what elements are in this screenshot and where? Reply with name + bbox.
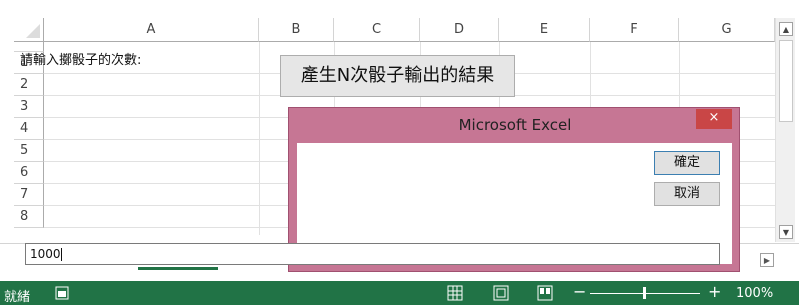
row-header-5[interactable]: 5 bbox=[14, 140, 44, 162]
select-all-triangle-icon bbox=[26, 24, 40, 38]
zoom-level[interactable]: 100% bbox=[736, 286, 773, 301]
column-header-g[interactable]: G bbox=[679, 18, 775, 42]
row-header-6[interactable]: 6 bbox=[14, 162, 44, 184]
count-input-value: 1000 bbox=[30, 247, 61, 261]
vertical-scrollbar[interactable]: ▲ ▼ bbox=[775, 18, 795, 242]
column-header-c[interactable]: C bbox=[334, 18, 420, 42]
row-header-3[interactable]: 3 bbox=[14, 96, 44, 118]
page-layout-view-icon[interactable] bbox=[493, 285, 509, 301]
column-header-b[interactable]: B bbox=[259, 18, 334, 42]
dialog-title: Microsoft Excel bbox=[458, 116, 572, 134]
macro-button[interactable]: 產生N次骰子輸出的結果 bbox=[280, 55, 515, 97]
row-header-2[interactable]: 2 bbox=[14, 74, 44, 96]
dialog-prompt: 請輸入擲骰子的次數: bbox=[20, 53, 142, 68]
row-header-8[interactable]: 8 bbox=[14, 206, 44, 228]
zoom-out-icon[interactable]: − bbox=[573, 282, 586, 301]
macro-record-icon[interactable] bbox=[55, 286, 69, 300]
cancel-button[interactable]: 取消 bbox=[654, 182, 720, 206]
scroll-down-icon[interactable]: ▼ bbox=[779, 225, 793, 239]
scroll-thumb[interactable] bbox=[779, 40, 793, 122]
column-header-d[interactable]: D bbox=[420, 18, 499, 42]
hscroll-right-icon[interactable]: ▶ bbox=[760, 253, 774, 267]
ok-button[interactable]: 確定 bbox=[654, 151, 720, 175]
row-header-4[interactable]: 4 bbox=[14, 118, 44, 140]
scroll-up-icon[interactable]: ▲ bbox=[779, 22, 793, 36]
column-header-f[interactable]: F bbox=[590, 18, 679, 42]
text-cursor bbox=[60, 248, 62, 261]
page-break-view-icon[interactable] bbox=[537, 285, 553, 301]
count-input[interactable]: 1000 bbox=[25, 243, 720, 265]
status-ready: 就緒 bbox=[4, 290, 31, 305]
close-icon[interactable]: × bbox=[696, 109, 732, 129]
column-header-a[interactable]: A bbox=[44, 18, 259, 42]
normal-view-icon[interactable] bbox=[447, 285, 463, 301]
zoom-slider-thumb[interactable] bbox=[643, 287, 646, 299]
zoom-in-icon[interactable]: + bbox=[708, 282, 721, 301]
select-all-corner[interactable] bbox=[14, 18, 44, 42]
column-header-e[interactable]: E bbox=[499, 18, 590, 42]
status-bar: 就緒 − + 100% bbox=[0, 281, 799, 305]
row-header-7[interactable]: 7 bbox=[14, 184, 44, 206]
